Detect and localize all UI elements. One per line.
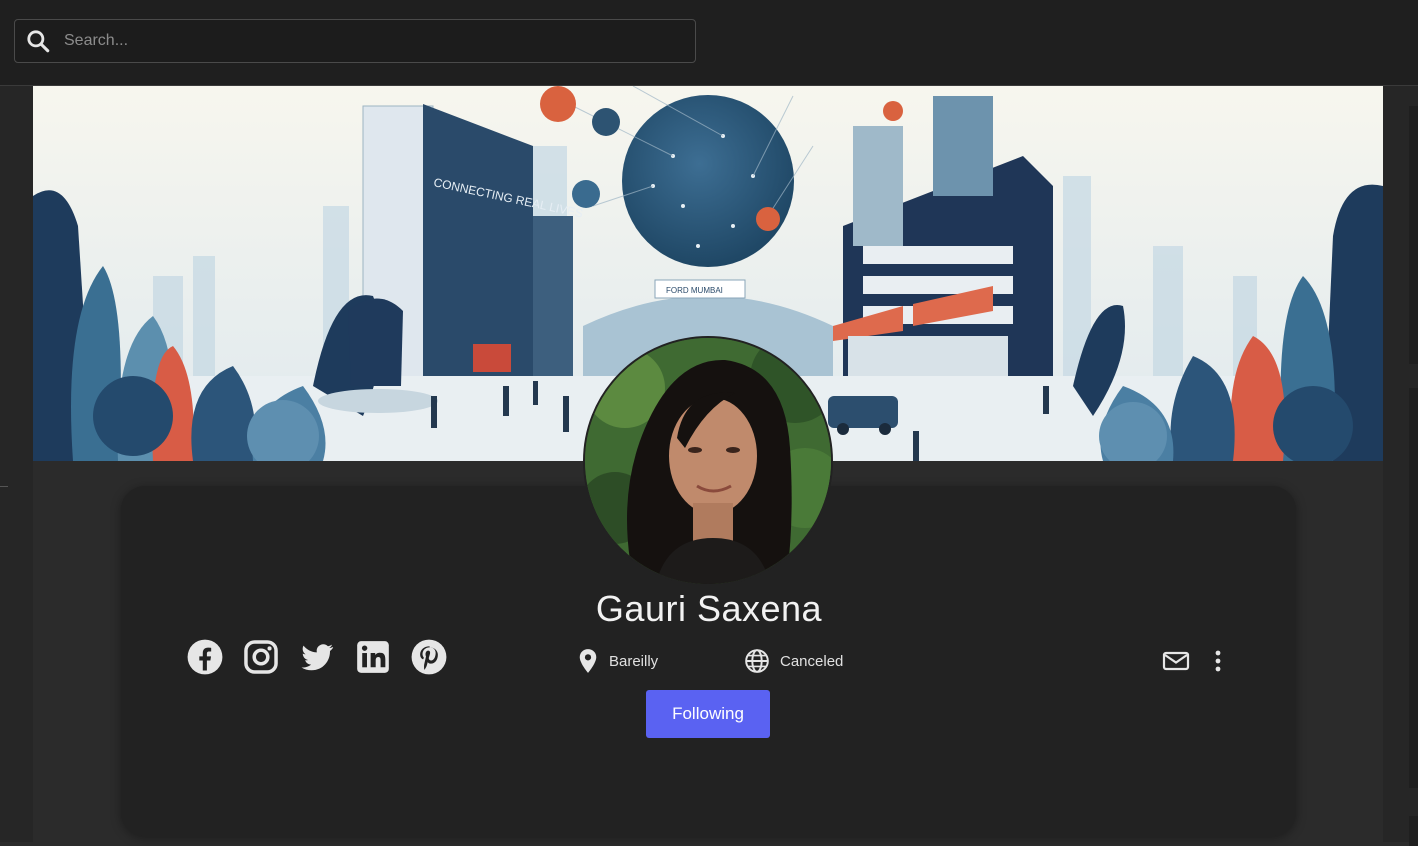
following-button[interactable]: Following xyxy=(646,690,770,738)
linkedin-icon[interactable] xyxy=(354,638,392,676)
top-bar xyxy=(0,0,1418,86)
search-input[interactable] xyxy=(51,20,695,62)
instagram-icon[interactable] xyxy=(242,638,280,676)
pinterest-icon[interactable] xyxy=(410,638,448,676)
facebook-icon[interactable] xyxy=(186,638,224,676)
twitter-icon[interactable] xyxy=(298,638,336,676)
website-info: Canceled xyxy=(744,648,843,674)
left-gutter xyxy=(0,86,33,842)
search-box[interactable] xyxy=(14,19,696,63)
globe-icon xyxy=(745,649,769,673)
map-pin-icon xyxy=(579,649,597,673)
location-info: Bareilly xyxy=(577,648,658,674)
location-text: Bareilly xyxy=(609,652,659,670)
right-scroll-area xyxy=(1383,86,1418,846)
stadium-sign-text: FORD MUMBAI xyxy=(666,286,723,295)
search-icon xyxy=(27,30,50,53)
profile-name: Gauri Saxena xyxy=(595,588,823,629)
more-options-icon[interactable] xyxy=(1208,648,1228,674)
mail-icon[interactable] xyxy=(1162,648,1190,674)
social-links xyxy=(186,638,448,676)
avatar[interactable] xyxy=(583,336,833,586)
website-text[interactable]: Canceled xyxy=(780,653,843,670)
